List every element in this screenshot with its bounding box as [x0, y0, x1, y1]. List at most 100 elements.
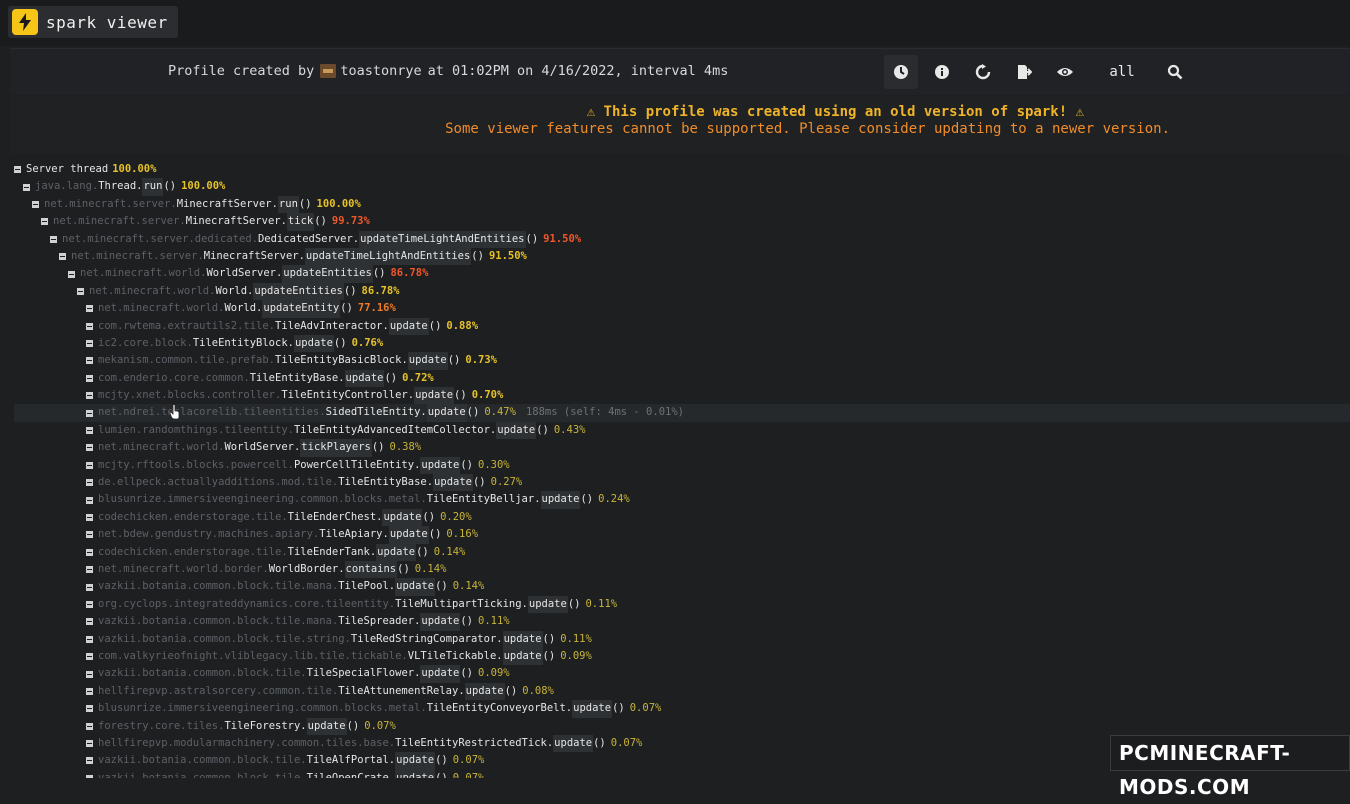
tree-node[interactable]: net.minecraft.server. MinecraftServer. upd… [14, 247, 1350, 266]
collapse-toggle-icon[interactable] [86, 653, 93, 661]
collapse-toggle-icon[interactable] [86, 670, 93, 678]
tree-node[interactable]: vazkii.botania.common.block.tile.mana. Ti… [14, 578, 1350, 596]
node-method: updateTimeLightAndEntities [304, 247, 472, 266]
node-class: TileOpenCrate. [306, 771, 396, 778]
tree-node[interactable]: mekanism.common.tile.prefab. TileEntityBa… [14, 352, 1350, 370]
node-class: TileEntityRestrictedTick. [395, 736, 554, 749]
tree-node[interactable]: hellfirepvp.astralsorcery.common.tile. Ti… [14, 682, 1350, 701]
collapse-toggle-icon[interactable] [86, 722, 93, 730]
tree-node[interactable]: vazkii.botania.common.block.tile. TileSpe… [14, 665, 1350, 683]
node-percentage: 100.00% [181, 180, 226, 193]
node-parens: () [593, 736, 606, 749]
tree-node[interactable]: net.minecraft.server.dedicated. Dedicated… [14, 230, 1350, 248]
node-percentage: 0.43% [553, 423, 586, 436]
collapse-toggle-icon[interactable] [86, 444, 93, 452]
tree-node[interactable]: blusunrize.immersiveengineering.common.b… [14, 491, 1350, 509]
collapse-toggle-icon[interactable] [86, 548, 93, 556]
node-percentage: 100.00% [112, 163, 157, 175]
clock-icon [894, 65, 908, 79]
collapse-toggle-icon[interactable] [86, 461, 93, 469]
tree-node[interactable]: mcjty.xnet.blocks.controller. TileEntityC… [14, 387, 1350, 405]
tree-node[interactable]: com.enderio.core.common. TileEntityBase. u… [14, 369, 1350, 388]
tree-node[interactable]: net.minecraft.server. MinecraftServer. tic… [14, 213, 1350, 231]
collapse-toggle-icon[interactable] [23, 183, 30, 191]
tree-node[interactable]: net.ndrei.teslacorelib.tileentities. Side… [14, 404, 1350, 422]
collapse-toggle-icon[interactable] [86, 687, 93, 695]
export-button[interactable] [1007, 55, 1041, 89]
collapse-toggle-icon[interactable] [41, 218, 48, 226]
collapse-toggle-icon[interactable] [50, 235, 57, 243]
node-class: VLTileTickable. [407, 649, 503, 662]
tree-node[interactable]: net.minecraft.server. MinecraftServer. run… [14, 195, 1350, 214]
tree-node[interactable]: codechicken.enderstorage.tile. TileEnderC… [14, 508, 1350, 527]
tree-node[interactable]: de.ellpeck.actuallyadditions.mod.tile. Ti… [14, 474, 1350, 492]
collapse-toggle-icon[interactable] [86, 618, 93, 626]
collapse-toggle-icon[interactable] [86, 392, 93, 400]
tree-node[interactable]: net.bdew.gendustry.machines.apiary. TileA… [14, 526, 1350, 544]
info-sampling-button[interactable] [884, 55, 918, 89]
collapse-toggle-icon[interactable] [32, 200, 39, 208]
node-parens: () [340, 302, 353, 315]
tree-node[interactable]: com.valkyrieofnight.vliblegacy.lib.tile.… [14, 647, 1350, 666]
node-percentage: 0.20% [440, 510, 472, 523]
node-class: MinecraftServer. [203, 249, 305, 262]
collapse-toggle-icon[interactable] [86, 514, 93, 521]
collapse-toggle-icon[interactable] [86, 374, 93, 382]
node-percentage: 0.16% [446, 528, 479, 541]
node-method: update [464, 682, 505, 701]
collapse-toggle-icon[interactable] [86, 357, 93, 365]
tree-node[interactable]: forestry.core.tiles. TileForestry. update(… [14, 717, 1350, 735]
collapse-toggle-icon[interactable] [86, 305, 93, 313]
collapse-toggle-icon[interactable] [86, 322, 93, 330]
tree-node[interactable]: org.cyclops.integrateddynamics.core.tile… [14, 595, 1350, 614]
app-logo[interactable]: spark viewer [8, 6, 178, 38]
collapse-toggle-icon[interactable] [86, 705, 93, 713]
collapse-toggle-icon[interactable] [86, 531, 93, 539]
node-package: net.minecraft.world. [98, 441, 225, 454]
tree-node[interactable]: mcjty.rftools.blocks.powercell. PowerCell… [14, 456, 1350, 475]
view-button[interactable] [1048, 55, 1082, 89]
tree-node[interactable]: codechicken.enderstorage.tile. TileEnderT… [14, 543, 1350, 561]
node-parens: () [580, 493, 594, 506]
collapse-toggle-icon[interactable] [86, 427, 93, 435]
tree-node[interactable]: vazkii.botania.common.block.tile.string.… [14, 630, 1350, 648]
node-parens: () [525, 232, 539, 245]
node-parens: () [454, 389, 467, 402]
tree-node[interactable]: net.minecraft.world.border. WorldBorder. c… [14, 560, 1350, 579]
watermark: PCMINECRAFT-MODS.COM [1110, 735, 1350, 799]
collapse-toggle-icon[interactable] [77, 287, 84, 295]
node-package: org.cyclops.integrateddynamics.core.tile… [98, 597, 396, 610]
tree-node[interactable]: ic2.core.block. TileEntityBlock. update() 0… [14, 334, 1350, 353]
node-package: ic2.core.block. [98, 336, 193, 349]
info-button[interactable] [925, 55, 959, 89]
tree-node[interactable]: net.minecraft.world. World. updateEntities… [14, 282, 1350, 301]
collapse-toggle-icon[interactable] [86, 583, 93, 591]
thread-filter-select[interactable]: all [1097, 55, 1147, 89]
tree-node[interactable]: net.minecraft.world. WorldServer. updateEn… [14, 265, 1350, 283]
collapse-toggle-icon[interactable] [86, 479, 93, 487]
tree-node[interactable]: net.minecraft.world. World. updateEntity()… [14, 300, 1350, 318]
node-class: TileEntityBase. [249, 371, 345, 384]
collapse-toggle-icon[interactable] [86, 340, 93, 348]
tree-node[interactable]: blusunrize.immersiveengineering.common.b… [14, 700, 1350, 718]
collapse-toggle-icon[interactable] [86, 409, 93, 417]
collapse-toggle-icon[interactable] [59, 253, 66, 261]
tree-node[interactable]: vazkii.botania.common.block.tile.mana. Ti… [14, 613, 1350, 631]
tree-node[interactable]: java.lang. Thread. run() 100.00% [14, 178, 1350, 196]
collapse-toggle-icon[interactable] [86, 600, 93, 608]
node-parens: () [460, 458, 473, 471]
collapse-toggle-icon[interactable] [86, 635, 93, 643]
tree-node[interactable]: com.rwtema.extrautils2.tile. TileAdvInter… [14, 317, 1350, 335]
tree-node[interactable]: lumien.randomthings.tileentity. TileEntit… [14, 421, 1350, 440]
tree-node[interactable]: net.minecraft.world. WorldServer. tickPlay… [14, 439, 1350, 457]
search-button[interactable] [1158, 55, 1192, 89]
collapse-toggle-icon[interactable] [68, 270, 75, 278]
collapse-toggle-icon[interactable] [86, 757, 93, 765]
tree-node[interactable]: Server thread 100.00% [14, 161, 1350, 178]
refresh-button[interactable] [966, 55, 1000, 89]
collapse-toggle-icon[interactable] [86, 496, 93, 504]
collapse-toggle-icon[interactable] [14, 166, 21, 174]
collapse-toggle-icon[interactable] [86, 566, 93, 574]
node-percentage: 91.50% [488, 249, 527, 262]
collapse-toggle-icon[interactable] [86, 740, 93, 748]
